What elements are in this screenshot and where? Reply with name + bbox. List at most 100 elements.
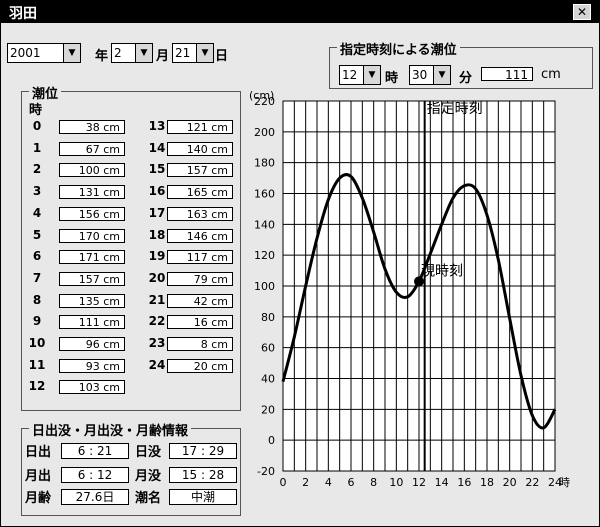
tide-level-field: 140 cm bbox=[167, 141, 233, 156]
tide-hour-label: 9 bbox=[32, 314, 42, 329]
month-select[interactable]: 2 ▼ bbox=[111, 43, 153, 63]
tide-level-field: 16 cm bbox=[167, 315, 233, 330]
minute-value: 30 bbox=[412, 68, 428, 82]
tide-hour-label: 2 bbox=[32, 162, 42, 177]
tide-name-field: 中潮 bbox=[169, 489, 237, 505]
y-tick-label: 140 bbox=[254, 218, 275, 231]
day-label: 日 bbox=[215, 49, 229, 64]
specified-time-label: 指定時刻 bbox=[427, 101, 483, 117]
title-bar[interactable]: 羽田 ✕ bbox=[1, 1, 599, 23]
y-tick-label: 20 bbox=[261, 403, 275, 416]
tide-level-field: 170 cm bbox=[59, 228, 125, 243]
moonset-label: 月没 bbox=[135, 469, 162, 484]
close-icon[interactable]: ✕ bbox=[573, 4, 591, 20]
tide-level-field: 20 cm bbox=[167, 358, 233, 373]
y-tick-label: 80 bbox=[261, 311, 275, 324]
sunset-field: 17 : 29 bbox=[169, 443, 237, 459]
hour-label: 時 bbox=[385, 71, 399, 86]
x-tick-label: 6 bbox=[348, 476, 355, 489]
moon-age-label: 月齢 bbox=[25, 491, 52, 506]
x-tick-label: 20 bbox=[503, 476, 517, 489]
tide-level-field: 157 cm bbox=[59, 271, 125, 286]
hour-header: 時 bbox=[29, 103, 43, 118]
tide-level-field: 79 cm bbox=[167, 271, 233, 286]
day-select[interactable]: 21 ▼ bbox=[172, 43, 214, 63]
moonrise-field: 6 : 12 bbox=[61, 467, 129, 483]
specified-time-title: 指定時刻による潮位 bbox=[337, 39, 460, 58]
tide-level-field: 121 cm bbox=[167, 120, 233, 134]
minute-select[interactable]: 30 ▼ bbox=[409, 65, 451, 85]
moonrise-label: 月出 bbox=[25, 469, 52, 484]
x-tick-label: 0 bbox=[280, 476, 287, 489]
tide-hour-label: 6 bbox=[32, 249, 42, 264]
tide-level-field: 131 cm bbox=[59, 185, 125, 200]
year-value: 2001 bbox=[10, 46, 41, 60]
tide-hour-label: 7 bbox=[32, 270, 42, 285]
tide-hour-label: 12 bbox=[28, 379, 46, 394]
tide-level-field: 100 cm bbox=[59, 163, 125, 178]
tide-chart: -200204060801001201401601802002200 2 4 6 8 10… bbox=[249, 91, 570, 489]
moon-age-field: 27.6日 bbox=[61, 489, 129, 505]
specified-level-field: 111 bbox=[481, 67, 533, 82]
tide-level-field: 165 cm bbox=[167, 185, 233, 200]
x-tick-label: 12 bbox=[412, 476, 426, 489]
tide-hour-label: 5 bbox=[32, 227, 42, 242]
y-tick-label: 60 bbox=[261, 342, 275, 355]
year-select[interactable]: 2001 ▼ bbox=[7, 43, 81, 63]
y-tick-label: 200 bbox=[254, 126, 275, 139]
tide-level-field: 146 cm bbox=[167, 228, 233, 243]
minute-label: 分 bbox=[459, 71, 473, 86]
x-tick-label: 8 bbox=[370, 476, 377, 489]
tide-level-field: 93 cm bbox=[59, 358, 125, 373]
window-title: 羽田 bbox=[9, 6, 37, 22]
x-tick-label: 22 bbox=[525, 476, 539, 489]
y-tick-label: -20 bbox=[257, 465, 275, 478]
y-tick-label: 40 bbox=[261, 373, 275, 386]
sunrise-field: 6 : 21 bbox=[61, 443, 129, 459]
chevron-down-icon[interactable]: ▼ bbox=[433, 65, 451, 85]
tide-level-field: 111 cm bbox=[59, 315, 125, 330]
y-tick-label: 160 bbox=[254, 188, 275, 201]
tide-level-field: 8 cm bbox=[167, 337, 233, 351]
chevron-down-icon[interactable]: ▼ bbox=[363, 65, 381, 85]
x-axis-unit: 時 bbox=[559, 476, 570, 489]
sunset-label: 日没 bbox=[135, 445, 162, 460]
tide-level-field: 38 cm bbox=[59, 120, 125, 134]
month-value: 2 bbox=[114, 46, 122, 60]
chevron-down-icon[interactable]: ▼ bbox=[135, 43, 153, 63]
x-tick-label: 18 bbox=[480, 476, 494, 489]
level-unit: cm bbox=[541, 67, 561, 82]
tide-hour-label: 10 bbox=[28, 336, 46, 350]
chevron-down-icon[interactable]: ▼ bbox=[196, 43, 214, 63]
tide-hour-label: 4 bbox=[32, 205, 42, 220]
tide-hour-label: 11 bbox=[28, 357, 46, 372]
y-tick-label: 120 bbox=[254, 249, 275, 262]
sun-moon-title: 日出没・月出没・月齢情報 bbox=[29, 420, 192, 439]
tide-level-field: 117 cm bbox=[167, 250, 233, 265]
tide-window: 羽田 ✕ 2001 ▼ 年 2 ▼ 月 21 ▼ 日 指定時刻による潮位 12 … bbox=[0, 0, 600, 527]
tide-hour-label: 0 bbox=[32, 119, 42, 133]
tide-hour-label: 3 bbox=[32, 184, 42, 199]
tide-hour-label: 1 bbox=[32, 140, 42, 155]
day-value: 21 bbox=[175, 46, 191, 60]
tide-level-field: 157 cm bbox=[167, 163, 233, 178]
tide-name-label: 潮名 bbox=[135, 491, 162, 506]
tide-level-field: 156 cm bbox=[59, 206, 125, 221]
tide-level-field: 171 cm bbox=[59, 250, 125, 265]
hour-select[interactable]: 12 ▼ bbox=[339, 65, 381, 85]
x-tick-label: 4 bbox=[325, 476, 332, 489]
sunrise-label: 日出 bbox=[25, 445, 52, 460]
x-tick-label: 2 bbox=[302, 476, 309, 489]
x-tick-label: 16 bbox=[457, 476, 471, 489]
tide-level-field: 67 cm bbox=[59, 141, 125, 156]
current-time-label: 現時刻 bbox=[421, 263, 463, 279]
y-axis-unit: (cm) bbox=[249, 91, 274, 102]
tide-hour-label: 8 bbox=[32, 292, 42, 307]
x-tick-label: 10 bbox=[389, 476, 403, 489]
chevron-down-icon[interactable]: ▼ bbox=[63, 43, 81, 63]
tide-level-field: 103 cm bbox=[59, 380, 125, 395]
month-label: 月 bbox=[156, 49, 170, 64]
year-label: 年 bbox=[95, 49, 109, 64]
tide-level-field: 96 cm bbox=[59, 337, 125, 351]
x-tick-label: 14 bbox=[435, 476, 449, 489]
